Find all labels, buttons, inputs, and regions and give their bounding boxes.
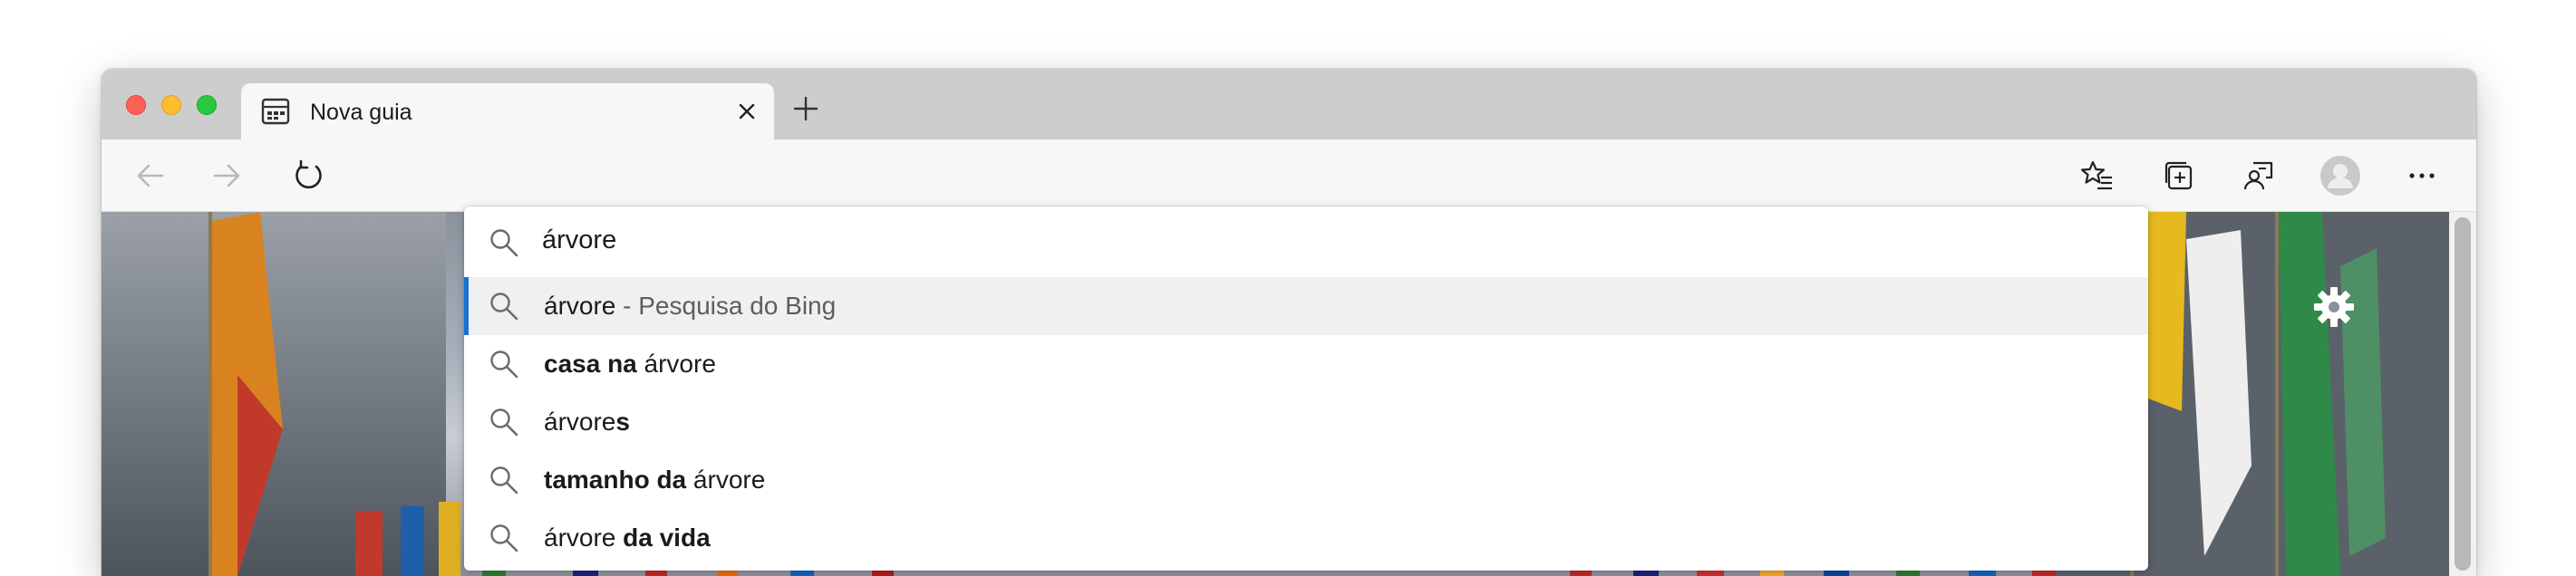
suggestion-item[interactable]: árvore da vida: [464, 509, 2148, 567]
feedback-icon[interactable]: [2241, 158, 2277, 194]
suggestion-text: árvore da vida: [544, 523, 711, 552]
suggestion-item[interactable]: árvore - Pesquisa do Bing: [464, 277, 2148, 335]
vertical-scrollbar[interactable]: [2449, 212, 2476, 576]
window-minimize-button[interactable]: [161, 95, 181, 115]
profile-avatar-icon[interactable]: [2319, 154, 2362, 197]
address-bar-dropdown: árvore - Pesquisa do Bingcasa na árvoreá…: [464, 206, 2148, 571]
address-bar: [464, 206, 2148, 277]
browser-window: Nova guia árvore árvore - Pesquisa do Bi…: [102, 69, 2476, 576]
suggestion-text-part: árvore: [686, 466, 766, 494]
tab-title: Nova guia: [310, 100, 412, 125]
suggestion-text: árvores: [544, 408, 630, 437]
arrow-right-icon[interactable]: [208, 158, 245, 194]
gear-icon[interactable]: [2311, 284, 2357, 330]
search-icon: [490, 466, 518, 494]
suggestion-text-part: tamanho da: [544, 466, 687, 494]
window-maximize-button[interactable]: [197, 95, 217, 115]
refresh-icon[interactable]: [290, 158, 326, 194]
suggestion-text-part: árvore: [544, 292, 616, 320]
suggestion-text: casa na árvore: [544, 350, 716, 379]
toolbar: [102, 139, 2476, 212]
suggestion-item[interactable]: árvores: [464, 393, 2148, 451]
address-bar-input[interactable]: [542, 222, 2083, 258]
scrollbar-thumb[interactable]: [2455, 217, 2471, 571]
search-icon: [490, 408, 518, 437]
search-icon: [490, 524, 518, 552]
search-icon: [490, 350, 518, 379]
search-icon: [490, 229, 518, 257]
arrow-left-icon[interactable]: [132, 158, 169, 194]
window-close-button[interactable]: [126, 95, 146, 115]
suggestion-item[interactable]: tamanho da árvore: [464, 451, 2148, 509]
suggestion-list: árvore - Pesquisa do Bing casa na árvore á…: [464, 277, 2148, 567]
tab-strip: Nova guia: [102, 69, 2476, 139]
suggestion-text: árvore - Pesquisa do Bing: [544, 292, 836, 321]
suggestion-item[interactable]: casa na árvore: [464, 335, 2148, 393]
new-tab-plus-icon[interactable]: [792, 95, 819, 122]
suggestion-text-part: árvore: [544, 408, 616, 436]
favorites-list-icon[interactable]: [2079, 158, 2116, 194]
suggestion-text-part: casa na: [544, 350, 637, 378]
more-horizontal-icon[interactable]: [2404, 158, 2440, 194]
search-icon: [490, 293, 518, 321]
suggestion-text-part: - Pesquisa do Bing: [615, 292, 837, 320]
tab-nova-guia[interactable]: Nova guia: [241, 83, 774, 139]
new-tab-page-icon: [261, 98, 290, 125]
suggestion-text-part: árvore: [636, 350, 716, 378]
suggestion-text-part: da vida: [615, 523, 711, 552]
close-icon[interactable]: [734, 99, 760, 124]
suggestion-text: tamanho da árvore: [544, 466, 765, 494]
suggestion-text-part: s: [615, 408, 630, 436]
collections-icon[interactable]: [2161, 158, 2197, 194]
suggestion-text-part: árvore: [544, 523, 616, 552]
